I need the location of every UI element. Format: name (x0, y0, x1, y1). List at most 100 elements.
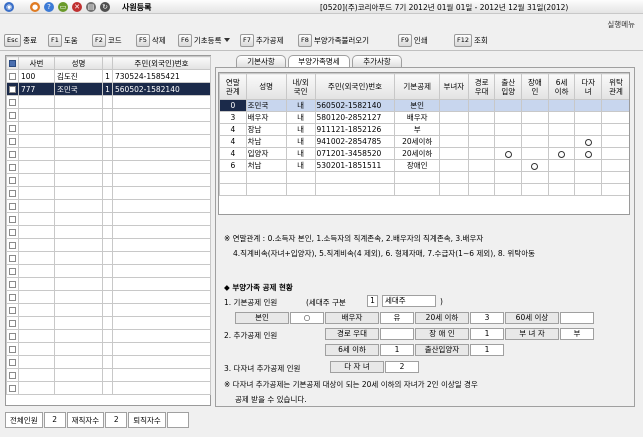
toolbar-button-f6[interactable]: F6 기초등록 (178, 32, 231, 48)
dependent-flag-cell[interactable] (467, 135, 496, 148)
dropdown-arrow-icon[interactable] (224, 38, 231, 42)
dependent-row[interactable]: 4 차남 내 941002-2854785 20세이하 (219, 135, 629, 148)
tab-basic-info[interactable]: 기본사항 (236, 55, 286, 67)
dependent-row[interactable] (219, 171, 629, 184)
dependent-name[interactable]: 입양자 (245, 147, 287, 160)
row-select-cell[interactable] (6, 186, 19, 200)
dependent-flag-cell[interactable] (601, 159, 629, 172)
employee-row[interactable] (6, 251, 211, 265)
dependent-flag-cell[interactable] (601, 183, 629, 196)
row-select-cell[interactable] (6, 342, 19, 356)
row-select-cell[interactable] (6, 121, 19, 135)
row-select-cell[interactable] (6, 303, 19, 317)
dependent-flag-cell[interactable] (601, 171, 629, 184)
employee-row[interactable]: 100 김도진 1 730524-1585421 (6, 69, 211, 83)
dependent-nationality[interactable] (285, 171, 316, 184)
dependent-relation[interactable] (219, 183, 247, 196)
dependent-flag-cell[interactable] (574, 123, 603, 136)
dependent-flag-cell[interactable] (494, 99, 523, 112)
dependent-basic-deduction[interactable]: 배우자 (394, 111, 440, 124)
dependent-row[interactable] (219, 183, 629, 196)
dependent-flag-cell[interactable] (438, 171, 469, 184)
dependent-basic-deduction[interactable]: 20세이하 (394, 147, 440, 160)
dependent-relation[interactable]: 4 (219, 135, 247, 148)
row-checkbox[interactable] (9, 138, 16, 145)
row-select-cell[interactable] (6, 212, 19, 226)
dependent-relation[interactable]: 3 (219, 111, 247, 124)
row-checkbox[interactable] (9, 125, 16, 132)
employee-row[interactable] (6, 108, 211, 122)
row-checkbox[interactable] (9, 190, 16, 197)
row-checkbox[interactable] (9, 385, 16, 392)
employee-row[interactable] (6, 134, 211, 148)
dependent-nationality[interactable]: 내 (285, 123, 316, 136)
dependent-nationality[interactable]: 내 (285, 99, 316, 112)
row-checkbox[interactable] (9, 216, 16, 223)
refresh-icon[interactable]: ↻ (100, 2, 110, 12)
dependent-flag-cell[interactable] (494, 171, 523, 184)
dependent-flag-cell[interactable] (547, 159, 576, 172)
dependent-flag-cell[interactable] (494, 123, 523, 136)
dependent-flag-cell[interactable] (547, 171, 576, 184)
row-select-cell[interactable] (6, 82, 19, 96)
dependent-flag-cell[interactable] (494, 159, 523, 172)
print-icon[interactable]: ▤ (86, 2, 96, 12)
employee-row[interactable] (6, 147, 211, 161)
dependent-rrn[interactable]: 530201-1851511 (314, 159, 396, 172)
row-checkbox[interactable] (9, 359, 16, 366)
row-select-cell[interactable] (6, 134, 19, 148)
dependent-flag-cell[interactable] (547, 147, 576, 160)
row-checkbox[interactable] (9, 164, 16, 171)
dependent-flag-cell[interactable] (547, 123, 576, 136)
row-select-cell[interactable] (6, 199, 19, 213)
dependent-basic-deduction[interactable]: 부 (394, 123, 440, 136)
row-select-cell[interactable] (6, 238, 19, 252)
row-select-cell[interactable] (6, 381, 19, 395)
dependent-relation[interactable]: 4 (219, 123, 247, 136)
toolbar-button-esc[interactable]: Esc 종료 (4, 32, 37, 48)
dependent-flag-cell[interactable] (574, 159, 603, 172)
row-checkbox[interactable] (9, 307, 16, 314)
row-select-cell[interactable] (6, 225, 19, 239)
row-select-cell[interactable] (6, 147, 19, 161)
row-checkbox[interactable] (9, 177, 16, 184)
dependent-flag-cell[interactable] (438, 135, 469, 148)
dependent-rrn[interactable] (314, 183, 396, 196)
dependent-flag-cell[interactable] (467, 183, 496, 196)
dependent-name[interactable]: 처남 (245, 159, 287, 172)
row-checkbox[interactable] (9, 268, 16, 275)
dependent-flag-cell[interactable] (521, 111, 549, 124)
employee-row[interactable] (6, 225, 211, 239)
employee-row[interactable] (6, 264, 211, 278)
dependent-row[interactable]: 0 조민국 내 560502-1582140 본인 (219, 99, 629, 112)
dependent-flag-cell[interactable] (494, 111, 523, 124)
dependent-flag-cell[interactable] (601, 99, 629, 112)
toolbar-button-f7[interactable]: F7 추가공제 (240, 32, 283, 48)
dependent-relation[interactable]: 6 (219, 159, 247, 172)
dependent-nationality[interactable] (285, 183, 316, 196)
dependent-flag-cell[interactable] (494, 147, 523, 160)
dependent-relation[interactable]: 4 (219, 147, 247, 160)
row-checkbox[interactable] (9, 281, 16, 288)
dependent-flag-cell[interactable] (547, 111, 576, 124)
dependent-flag-cell[interactable] (438, 111, 469, 124)
toolbar-button-f8[interactable]: F8 부양가족불러오기 (298, 32, 369, 48)
dependent-flag-cell[interactable] (521, 135, 549, 148)
select-all-header[interactable] (6, 56, 19, 70)
row-select-cell[interactable] (6, 316, 19, 330)
row-checkbox[interactable] (9, 112, 16, 119)
dependent-basic-deduction[interactable]: 20세이하 (394, 135, 440, 148)
dependent-flag-cell[interactable] (574, 135, 603, 148)
row-checkbox[interactable] (9, 346, 16, 353)
dependent-basic-deduction[interactable]: 본인 (394, 99, 440, 112)
dependent-nationality[interactable]: 내 (285, 111, 316, 124)
select-all-checkbox[interactable] (9, 60, 16, 67)
row-select-cell[interactable] (6, 355, 19, 369)
row-select-cell[interactable] (6, 368, 19, 382)
employee-row[interactable] (6, 121, 211, 135)
row-checkbox[interactable] (9, 86, 16, 93)
row-select-cell[interactable] (6, 277, 19, 291)
dependent-flag-cell[interactable] (601, 147, 629, 160)
employee-row[interactable] (6, 212, 211, 226)
employee-row[interactable] (6, 303, 211, 317)
